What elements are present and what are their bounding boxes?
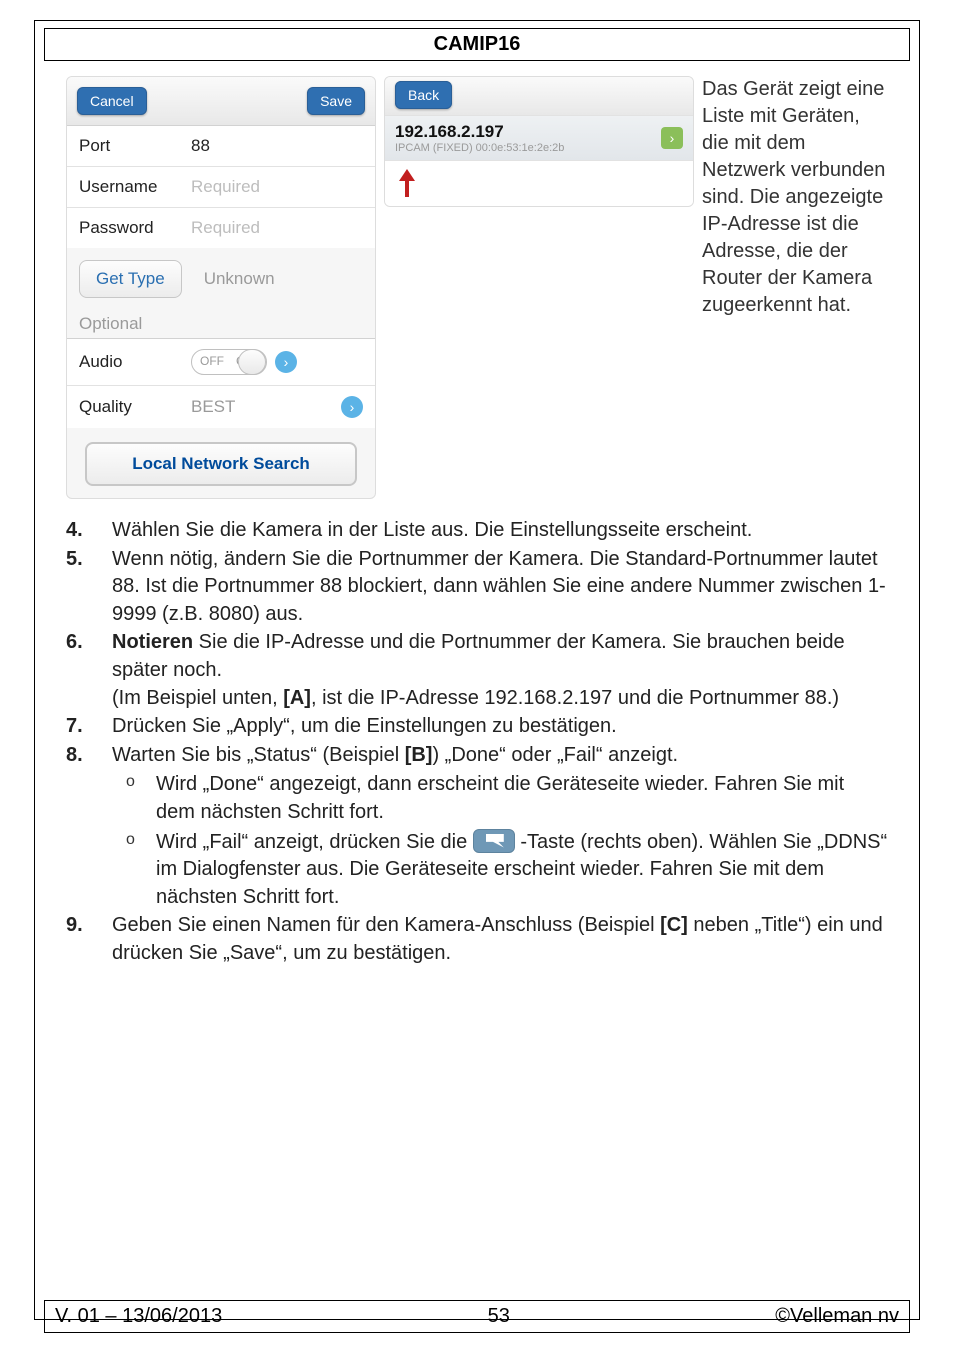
quality-row: Quality BEST › <box>67 385 375 428</box>
content-area: Cancel Save Port 88 Username Required Pa… <box>66 76 888 969</box>
sub2-a: Wird „Fail“ anzeigt, drücken Sie die <box>156 831 473 853</box>
step-text: Notieren Sie die IP-Adresse und die Port… <box>112 629 888 712</box>
gettype-value: Unknown <box>204 269 275 289</box>
step-4: 4. Wählen Sie die Kamera in der Liste au… <box>66 517 888 545</box>
footer-left: V. 01 – 13/06/2013 <box>55 1305 222 1328</box>
phone-left-toolbar: Cancel Save <box>67 77 375 125</box>
chevron-right-icon[interactable]: › <box>341 396 363 418</box>
sub-bullet-text: Wird „Fail“ anzeigt, drücken Sie die -Ta… <box>156 829 888 912</box>
audio-row: Audio OFF CH1 › <box>67 338 375 385</box>
form-rows: Port 88 Username Required Password Requi… <box>67 125 375 248</box>
phone-right-panel: Back 192.168.2.197 IPCAM (FIXED) 00:0e:5… <box>384 76 694 207</box>
page-header: CAMIP16 <box>44 28 910 61</box>
password-label: Password <box>79 218 191 238</box>
step-6: 6. Notieren Sie die IP-Adresse und die P… <box>66 629 888 712</box>
step-6-ex-b: , ist die IP-Adresse 192.168.2.197 und d… <box>311 687 839 709</box>
step-8-b: ) „Done“ oder „Fail“ anzeigt. <box>432 744 678 766</box>
device-ip: 192.168.2.197 <box>395 122 564 142</box>
step-8: 8. Warten Sie bis „Status“ (Beispiel [B]… <box>66 742 888 912</box>
password-row: Password Required <box>67 207 375 248</box>
quality-value: BEST <box>191 397 235 417</box>
optional-section-label: Optional <box>67 302 375 338</box>
step-number: 6. <box>66 629 94 712</box>
side-text-line: Das Gerät zeigt eine Liste mit Geräten, … <box>702 78 885 316</box>
gettype-row: Get Type Unknown <box>67 248 375 302</box>
gettype-button[interactable]: Get Type <box>79 260 182 298</box>
page-title: CAMIP16 <box>434 33 521 55</box>
device-list-row[interactable]: 192.168.2.197 IPCAM (FIXED) 00:0e:53:1e:… <box>385 115 693 161</box>
save-button[interactable]: Save <box>307 87 365 115</box>
local-network-search-button[interactable]: Local Network Search <box>85 442 356 486</box>
toggle-knob <box>238 349 266 375</box>
figure-row: Cancel Save Port 88 Username Required Pa… <box>66 76 888 499</box>
step-9-a: Geben Sie einen Namen für den Kamera-Ans… <box>112 914 660 936</box>
username-row: Username Required <box>67 166 375 207</box>
port-row: Port 88 <box>67 125 375 166</box>
step-number: 4. <box>66 517 94 545</box>
step-9-bold: [C] <box>660 914 688 936</box>
step-8-sub2: o Wird „Fail“ anzeigt, drücken Sie die -… <box>126 829 888 912</box>
side-description: Das Gerät zeigt eine Liste mit Geräten, … <box>702 76 888 319</box>
step-number: 7. <box>66 713 94 741</box>
step-text: Wenn nötig, ändern Sie die Portnummer de… <box>112 546 888 629</box>
step-text: Geben Sie einen Namen für den Kamera-Ans… <box>112 912 888 967</box>
bullet-icon: o <box>126 829 142 912</box>
step-5: 5. Wenn nötig, ändern Sie die Portnummer… <box>66 546 888 629</box>
step-6-bold: Notieren <box>112 631 193 653</box>
toolbar-button-icon <box>473 829 515 853</box>
step-6-ex-bold: [A] <box>283 687 311 709</box>
bullet-icon: o <box>126 771 142 826</box>
audio-label: Audio <box>79 352 191 372</box>
pin-icon <box>385 161 421 206</box>
step-8-bold: [B] <box>405 744 433 766</box>
step-9: 9. Geben Sie einen Namen für den Kamera-… <box>66 912 888 967</box>
step-8-sub1: o Wird „Done“ angezeigt, dann erscheint … <box>126 771 888 826</box>
phone-right-toolbar: Back <box>385 77 693 115</box>
step-text: Wählen Sie die Kamera in der Liste aus. … <box>112 517 888 545</box>
sub-bullet-text: Wird „Done“ angezeigt, dann erscheint di… <box>156 771 888 826</box>
username-value[interactable]: Required <box>191 177 363 197</box>
username-label: Username <box>79 177 191 197</box>
step-8-a: Warten Sie bis „Status“ (Beispiel <box>112 744 405 766</box>
step-6-rest: Sie die IP-Adresse und die Portnummer de… <box>112 631 845 681</box>
step-text: Warten Sie bis „Status“ (Beispiel [B]) „… <box>112 742 888 912</box>
step-number: 5. <box>66 546 94 629</box>
phone-left-panel: Cancel Save Port 88 Username Required Pa… <box>66 76 376 499</box>
chevron-right-icon: › <box>661 127 683 149</box>
step-text: Drücken Sie „Apply“, um die Einstellunge… <box>112 713 888 741</box>
footer-center: 53 <box>488 1305 510 1328</box>
instruction-list: 4. Wählen Sie die Kamera in der Liste au… <box>66 517 888 968</box>
chevron-right-icon[interactable]: › <box>275 351 297 373</box>
quality-label: Quality <box>79 397 191 417</box>
device-subtitle: IPCAM (FIXED) 00:0e:53:1e:2e:2b <box>395 142 564 154</box>
step-7: 7. Drücken Sie „Apply“, um die Einstellu… <box>66 713 888 741</box>
password-value[interactable]: Required <box>191 218 363 238</box>
audio-off-label: OFF <box>200 354 224 368</box>
cancel-button[interactable]: Cancel <box>77 87 147 115</box>
step-number: 8. <box>66 742 94 912</box>
port-label: Port <box>79 136 191 156</box>
port-value[interactable]: 88 <box>191 136 363 156</box>
step-number: 9. <box>66 912 94 967</box>
page-footer: V. 01 – 13/06/2013 53 ©Velleman nv <box>44 1300 910 1333</box>
step-6-ex-a: (Im Beispiel unten, <box>112 687 283 709</box>
footer-right: ©Velleman nv <box>775 1305 899 1328</box>
audio-toggle[interactable]: OFF CH1 <box>191 349 267 375</box>
back-button[interactable]: Back <box>395 81 452 109</box>
